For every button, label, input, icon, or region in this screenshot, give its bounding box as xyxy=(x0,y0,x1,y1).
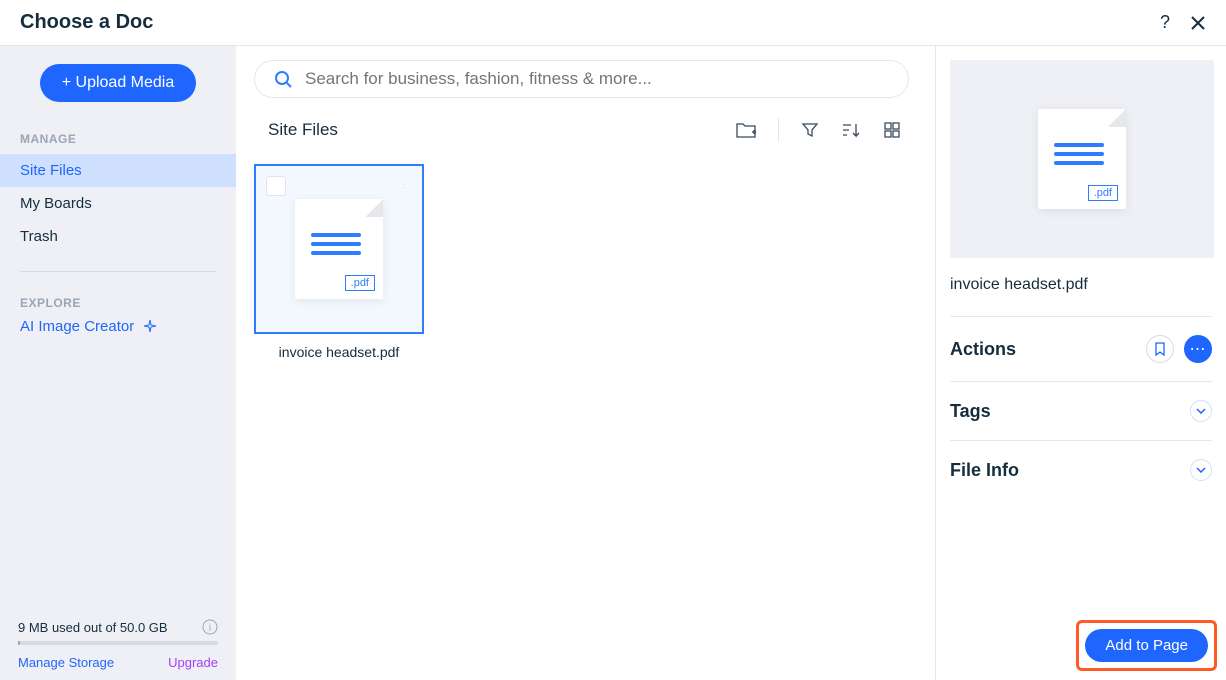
sidebar-item-trash[interactable]: Trash xyxy=(0,220,236,253)
add-to-page-button[interactable]: Add to Page xyxy=(1085,629,1208,662)
tags-section[interactable]: Tags xyxy=(950,382,1212,441)
search-bar[interactable] xyxy=(254,60,909,98)
file-thumbnail[interactable]: ⋯ .pdf xyxy=(254,164,424,334)
sidebar: + Upload Media MANAGE Site Files My Boar… xyxy=(0,46,236,680)
add-folder-icon[interactable] xyxy=(736,121,756,139)
tags-label: Tags xyxy=(950,401,991,422)
section-manage-label: MANAGE xyxy=(0,126,236,154)
details-panel: .pdf invoice headset.pdf Actions ⋯ Tags … xyxy=(936,46,1226,680)
file-preview: .pdf xyxy=(950,60,1214,258)
close-icon[interactable] xyxy=(1190,15,1206,31)
more-actions-button[interactable]: ⋯ xyxy=(1184,335,1212,363)
document-icon: .pdf xyxy=(1038,109,1126,209)
document-icon: .pdf xyxy=(295,199,383,299)
fileinfo-section[interactable]: File Info xyxy=(950,441,1212,499)
fileinfo-label: File Info xyxy=(950,460,1019,481)
storage-usage-text: 9 MB used out of 50.0 GB xyxy=(18,620,168,635)
svg-text:i: i xyxy=(209,623,211,634)
dialog-header: Choose a Doc ? xyxy=(0,0,1226,46)
sparkle-icon xyxy=(142,319,158,335)
file-ext-badge: .pdf xyxy=(1088,185,1118,201)
section-explore-label: EXPLORE xyxy=(0,290,236,318)
grid-view-icon[interactable] xyxy=(883,121,901,139)
manage-storage-link[interactable]: Manage Storage xyxy=(18,655,114,670)
storage-bar xyxy=(18,641,218,645)
bookmark-button[interactable] xyxy=(1146,335,1174,363)
main-area: Site Files ⋯ xyxy=(236,46,936,680)
folder-title: Site Files xyxy=(268,120,338,140)
sidebar-divider xyxy=(20,271,216,272)
file-ext-badge: .pdf xyxy=(345,275,375,291)
help-icon[interactable]: ? xyxy=(1160,12,1170,33)
actions-section: Actions ⋯ xyxy=(950,317,1212,382)
chevron-down-icon[interactable] xyxy=(1190,459,1212,481)
chevron-down-icon[interactable] xyxy=(1190,400,1212,422)
details-filename: invoice headset.pdf xyxy=(950,258,1212,317)
search-icon xyxy=(273,69,293,89)
actions-label: Actions xyxy=(950,339,1016,360)
toolbar-separator xyxy=(778,118,779,142)
file-more-icon[interactable]: ⋯ xyxy=(392,176,412,197)
file-checkbox[interactable] xyxy=(266,176,286,196)
sort-icon[interactable] xyxy=(841,121,861,139)
dialog-title: Choose a Doc xyxy=(20,11,153,34)
ai-label: AI Image Creator xyxy=(20,318,134,335)
filter-icon[interactable] xyxy=(801,121,819,139)
file-card[interactable]: ⋯ .pdf invoice headset.pdf xyxy=(254,164,424,370)
add-to-page-highlight: Add to Page xyxy=(1076,620,1217,671)
search-input[interactable] xyxy=(305,69,890,89)
info-icon[interactable]: i xyxy=(202,619,218,635)
file-name-label: invoice headset.pdf xyxy=(254,334,424,370)
upload-media-button[interactable]: + Upload Media xyxy=(40,64,197,102)
sidebar-item-site-files[interactable]: Site Files xyxy=(0,154,236,187)
sidebar-item-my-boards[interactable]: My Boards xyxy=(0,187,236,220)
upgrade-link[interactable]: Upgrade xyxy=(168,655,218,670)
sidebar-item-ai-image-creator[interactable]: AI Image Creator xyxy=(0,318,236,335)
